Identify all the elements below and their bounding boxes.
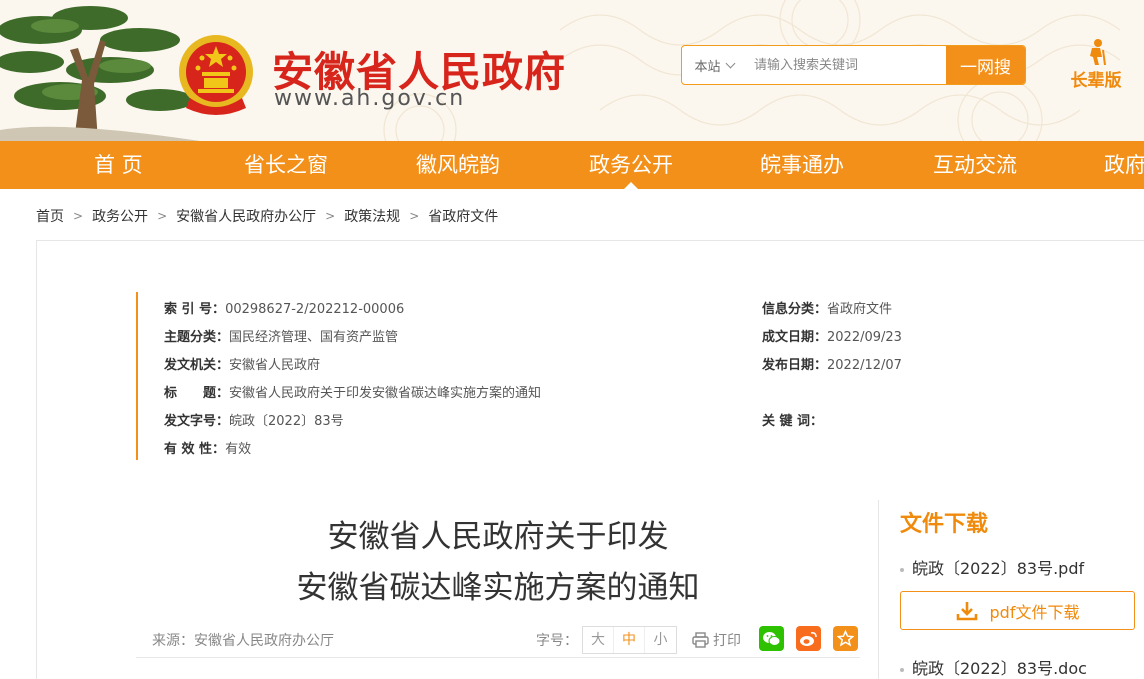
elder-mode-link[interactable]: 长辈版 (1064, 38, 1128, 91)
share-weibo-button[interactable] (796, 626, 821, 651)
meta-label: 主题分类： (164, 330, 230, 345)
download-icon (956, 601, 977, 620)
breadcrumb-separator: > (409, 209, 420, 223)
download-file-name: 皖政〔2022〕83号.pdf (912, 559, 1085, 578)
site-header: 安徽省人民政府 www.ah.gov.cn 本站 一网搜 长辈版 (0, 0, 1144, 141)
meta-label: 索 引 号： (164, 302, 226, 317)
download-file-name: 皖政〔2022〕83号.doc (912, 659, 1087, 678)
nav-item-governor[interactable]: 省长之窗 (244, 141, 328, 189)
search-button[interactable]: 一网搜 (946, 46, 1025, 84)
nav-item-gov-affairs[interactable]: 政务公开 (589, 141, 673, 189)
font-size-large-button[interactable]: 大 (583, 627, 614, 653)
font-size-options: 大 中 小 (582, 626, 677, 654)
star-icon (837, 630, 854, 647)
meta-topic: 主题分类：国民经济管理、国有资产监管 (164, 326, 398, 345)
meta-publish-date: 发布日期：2022/12/07 (762, 354, 902, 373)
meta-keywords: 关 键 词： (762, 410, 823, 429)
search-input[interactable] (746, 46, 946, 84)
breadcrumb-separator: > (157, 209, 168, 223)
meta-value: 有效 (225, 442, 252, 457)
breadcrumb-home[interactable]: 首页 (36, 206, 64, 226)
meta-value: 皖政〔2022〕83号 (229, 414, 344, 429)
search-scope-value: 本站 (694, 59, 721, 75)
sidebar-divider (878, 500, 879, 679)
breadcrumb-documents[interactable]: 省政府文件 (428, 206, 498, 226)
meta-created-date: 成文日期：2022/09/23 (762, 326, 902, 345)
meta-issuer: 发文机关：安徽省人民政府 (164, 354, 320, 373)
meta-label: 发文字号： (164, 414, 230, 429)
nav-item-government[interactable]: 政府 (1104, 141, 1144, 189)
elder-mode-label: 长辈版 (1070, 71, 1122, 91)
meta-value: 2022/09/23 (827, 330, 902, 345)
share-wechat-button[interactable] (759, 626, 784, 651)
pdf-download-button[interactable]: pdf文件下载 (900, 591, 1135, 630)
breadcrumb-separator: > (73, 209, 84, 223)
downloads-title: 文件下载 (900, 512, 989, 537)
download-file-pdf[interactable]: 皖政〔2022〕83号.pdf (900, 555, 1084, 579)
favorite-button[interactable] (833, 626, 858, 651)
nav-item-services[interactable]: 皖事通办 (760, 141, 844, 189)
chevron-down-icon (725, 58, 735, 68)
font-size-control: 字号： 大 中 小 (536, 626, 677, 654)
article-source: 来源：安徽省人民政府办公厅 (152, 633, 334, 649)
meta-value: 2022/12/07 (827, 358, 902, 373)
meta-title: 标 题：安徽省人民政府关于印发安徽省碳达峰实施方案的通知 (164, 382, 541, 401)
article-title-line2: 安徽省碳达峰实施方案的通知 (296, 570, 700, 606)
article-toolbar: 来源：安徽省人民政府办公厅 字号： 大 中 小 打印 (136, 624, 860, 658)
elder-person-icon (1090, 39, 1106, 66)
meta-label: 标 题： (164, 386, 230, 401)
printer-icon (692, 632, 709, 648)
breadcrumb-policy[interactable]: 政策法规 (344, 206, 400, 226)
weibo-icon (800, 631, 817, 646)
main-nav: 首 页 省长之窗 徽风皖韵 政务公开 皖事通办 互动交流 政府 (0, 141, 1144, 189)
search-bar: 本站 一网搜 (681, 45, 1026, 85)
font-size-medium-button[interactable]: 中 (614, 627, 645, 653)
site-url: www.ah.gov.cn (274, 86, 466, 111)
meta-value: 国民经济管理、国有资产监管 (229, 330, 399, 345)
meta-label: 发文机关： (164, 358, 230, 373)
article-title-line1: 安徽省人民政府关于印发 (327, 519, 669, 555)
meta-label: 关 键 词： (762, 414, 824, 429)
meta-value: 安徽省人民政府 (229, 358, 321, 373)
pdf-download-label: pdf文件下载 (989, 602, 1080, 622)
meta-label: 成文日期： (762, 330, 828, 345)
print-button[interactable]: 打印 (692, 630, 741, 650)
nav-item-home[interactable]: 首 页 (94, 141, 143, 189)
nav-item-culture[interactable]: 徽风皖韵 (416, 141, 500, 189)
meta-doc-no: 发文字号：皖政〔2022〕83号 (164, 410, 344, 429)
breadcrumb: 首页 > 政务公开 > 安徽省人民政府办公厅 > 政策法规 > 省政府文件 (36, 206, 498, 226)
breadcrumb-gov-affairs[interactable]: 政务公开 (92, 206, 148, 226)
meta-label: 信息分类： (762, 302, 828, 317)
meta-label: 发布日期： (762, 358, 828, 373)
download-file-doc[interactable]: 皖政〔2022〕83号.doc (900, 655, 1087, 679)
meta-info-category: 信息分类：省政府文件 (762, 298, 892, 317)
meta-value: 省政府文件 (827, 302, 893, 317)
pine-tree-image (0, 6, 200, 141)
meta-label: 有 效 性： (164, 442, 226, 457)
search-scope-select[interactable]: 本站 (682, 46, 746, 84)
print-label: 打印 (713, 633, 741, 649)
font-size-small-button[interactable]: 小 (645, 627, 676, 653)
wechat-icon (763, 631, 781, 646)
bullet-dot (900, 667, 904, 672)
article-title: 安徽省人民政府关于印发 安徽省碳达峰实施方案的通知 (136, 512, 860, 614)
font-size-label: 字号： (536, 633, 578, 649)
breadcrumb-separator: > (325, 209, 336, 223)
national-emblem-icon (179, 35, 253, 115)
meta-value: 00298627-2/202212-00006 (225, 302, 405, 317)
breadcrumb-office[interactable]: 安徽省人民政府办公厅 (176, 206, 316, 226)
bullet-dot (900, 567, 904, 572)
document-meta-panel: 索 引 号：00298627-2/202212-00006 主题分类：国民经济管… (136, 292, 956, 460)
meta-validity: 有 效 性：有效 (164, 438, 251, 457)
nav-item-interaction[interactable]: 互动交流 (933, 141, 1017, 189)
meta-index-no: 索 引 号：00298627-2/202212-00006 (164, 298, 404, 317)
meta-value: 安徽省人民政府关于印发安徽省碳达峰实施方案的通知 (229, 386, 542, 401)
